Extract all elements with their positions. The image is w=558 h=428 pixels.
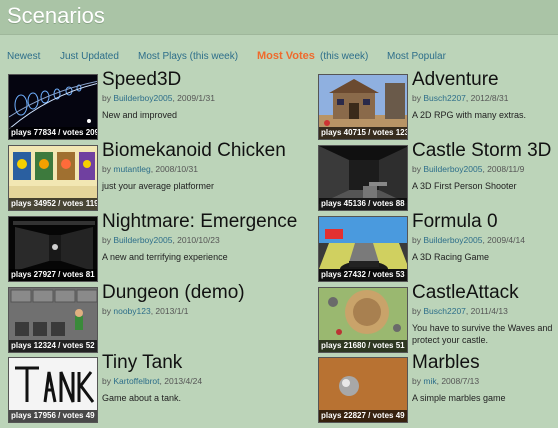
- by-label: by: [412, 93, 421, 103]
- scenario-card-nightmare-emergence[interactable]: plays 27927 / votes 81 Nightmare: Emerge…: [8, 211, 297, 282]
- tab-most-votes[interactable]: Most Votes: [257, 50, 315, 62]
- scenario-description: A 3D First Person Shooter: [412, 181, 517, 191]
- play-vote-stats: plays 77834 / votes 209: [9, 127, 98, 139]
- publish-date: , 2013/4/24: [159, 376, 203, 386]
- author-link[interactable]: mik: [423, 376, 436, 386]
- tab-most-votes-suffix[interactable]: (this week): [320, 51, 368, 62]
- author-link[interactable]: Kartoffelbrot: [113, 376, 159, 386]
- scenario-thumbnail[interactable]: plays 17956 / votes 49: [8, 357, 98, 423]
- tab-just-updated[interactable]: Just Updated: [60, 51, 119, 62]
- scenario-card-tiny-tank[interactable]: plays 17956 / votes 49 Tiny Tank by Kart…: [8, 352, 268, 423]
- play-vote-stats: plays 45136 / votes 88: [319, 198, 407, 210]
- by-label: by: [102, 306, 111, 316]
- play-vote-stats: plays 34952 / votes 119: [9, 198, 98, 210]
- scenario-card-castle-storm-3d[interactable]: plays 45136 / votes 88 Castle Storm 3D b…: [318, 140, 558, 211]
- author-link[interactable]: Builderboy2005: [423, 235, 482, 245]
- scenario-title[interactable]: Adventure: [412, 69, 499, 91]
- scenario-title[interactable]: Biomekanoid Chicken: [102, 140, 286, 162]
- scenario-title[interactable]: Dungeon (demo): [102, 282, 245, 304]
- scenario-card-adventure[interactable]: plays 40715 / votes 123 Adventure by Bus…: [318, 69, 558, 140]
- scenario-meta: by nooby123, 2013/1/1: [102, 306, 189, 316]
- scenario-meta: by mutantleg, 2008/10/31: [102, 164, 198, 174]
- by-label: by: [102, 376, 111, 386]
- publish-date: , 2011/4/13: [465, 306, 508, 316]
- scenario-title[interactable]: Nightmare: Emergence: [102, 211, 297, 233]
- scenario-title[interactable]: Castle Storm 3D: [412, 140, 551, 162]
- scenario-card-speed3d[interactable]: plays 77834 / votes 209 Speed3D by Build…: [8, 69, 268, 140]
- scenario-card-castleattack[interactable]: plays 21680 / votes 51 CastleAttack by B…: [318, 282, 558, 353]
- by-label: by: [412, 164, 421, 174]
- header-bar: Scenarios: [0, 0, 558, 35]
- scenario-title[interactable]: Speed3D: [102, 69, 181, 91]
- scenario-meta: by Builderboy2005, 2009/1/31: [102, 93, 215, 103]
- scenario-meta: by Kartoffelbrot, 2013/4/24: [102, 376, 202, 386]
- scenario-card-dungeon-demo[interactable]: plays 12324 / votes 52 Dungeon (demo) by…: [8, 282, 268, 353]
- scenario-thumbnail[interactable]: plays 34952 / votes 119: [8, 145, 98, 211]
- author-link[interactable]: Builderboy2005: [113, 235, 172, 245]
- author-link[interactable]: Builderboy2005: [423, 164, 482, 174]
- play-vote-stats: plays 17956 / votes 49: [9, 410, 97, 422]
- by-label: by: [412, 376, 421, 386]
- scenario-meta: by Busch2207, 2011/4/13: [412, 306, 508, 316]
- scenario-meta: by mik, 2008/7/13: [412, 376, 479, 386]
- play-vote-stats: plays 22827 / votes 49: [319, 410, 407, 422]
- publish-date: , 2010/10/23: [172, 235, 220, 245]
- play-vote-stats: plays 27927 / votes 81: [9, 269, 97, 281]
- page-title: Scenarios: [7, 3, 105, 28]
- scenario-title[interactable]: CastleAttack: [412, 282, 519, 304]
- scenario-thumbnail[interactable]: plays 27927 / votes 81: [8, 216, 98, 282]
- by-label: by: [102, 93, 111, 103]
- publish-date: , 2009/1/31: [172, 93, 215, 103]
- scenario-description: You have to survive the Waves and protec…: [412, 323, 553, 345]
- author-link[interactable]: Busch2207: [423, 93, 466, 103]
- play-vote-stats: plays 21680 / votes 51: [319, 340, 407, 352]
- author-link[interactable]: nooby123: [113, 306, 150, 316]
- author-link[interactable]: Busch2207: [423, 306, 466, 316]
- scenario-thumbnail[interactable]: plays 27432 / votes 53: [318, 216, 408, 282]
- tab-most-popular[interactable]: Most Popular: [387, 51, 446, 62]
- scenario-card-formula-0[interactable]: plays 27432 / votes 53 Formula 0 by Buil…: [318, 211, 558, 282]
- scenario-meta: by Builderboy2005, 2009/4/14: [412, 235, 525, 245]
- scenario-description: just your average platformer: [102, 181, 215, 191]
- scenario-thumbnail[interactable]: plays 40715 / votes 123: [318, 74, 408, 140]
- scenario-description: New and improved: [102, 110, 178, 120]
- scenario-thumbnail[interactable]: plays 21680 / votes 51: [318, 287, 408, 353]
- author-link[interactable]: Builderboy2005: [113, 93, 172, 103]
- by-label: by: [412, 235, 421, 245]
- scenario-thumbnail[interactable]: plays 12324 / votes 52: [8, 287, 98, 353]
- author-link[interactable]: mutantleg: [113, 164, 150, 174]
- by-label: by: [102, 235, 111, 245]
- scenario-thumbnail[interactable]: plays 22827 / votes 49: [318, 357, 408, 423]
- scenario-description: A new and terrifying experience: [102, 252, 228, 262]
- scenario-description: Game about a tank.: [102, 393, 182, 403]
- scenario-description: A simple marbles game: [412, 393, 506, 403]
- scenario-meta: by Busch2207, 2012/8/31: [412, 93, 508, 103]
- publish-date: , 2013/1/1: [150, 306, 189, 316]
- scenario-meta: by Builderboy2005, 2010/10/23: [102, 235, 220, 245]
- scenario-title[interactable]: Tiny Tank: [102, 352, 182, 374]
- by-label: by: [412, 306, 421, 316]
- scenario-meta: by Builderboy2005, 2008/11/9: [412, 164, 524, 174]
- tab-most-plays[interactable]: Most Plays (this week): [138, 51, 238, 62]
- scenario-thumbnail[interactable]: plays 45136 / votes 88: [318, 145, 408, 211]
- scenario-card-biomekanoid-chicken[interactable]: plays 34952 / votes 119 Biomekanoid Chic…: [8, 140, 286, 211]
- publish-date: , 2008/10/31: [150, 164, 198, 174]
- scenario-description: A 3D Racing Game: [412, 252, 490, 262]
- tab-newest[interactable]: Newest: [7, 51, 40, 62]
- publish-date: , 2008/7/13: [436, 376, 480, 386]
- scenario-card-marbles[interactable]: plays 22827 / votes 49 Marbles by mik, 2…: [318, 352, 558, 423]
- publish-date: , 2008/11/9: [482, 164, 525, 174]
- publish-date: , 2009/4/14: [482, 235, 525, 245]
- play-vote-stats: plays 27432 / votes 53: [319, 269, 407, 281]
- scenario-title[interactable]: Marbles: [412, 352, 480, 374]
- scenario-description: A 2D RPG with many extras.: [412, 110, 527, 120]
- publish-date: , 2012/8/31: [465, 93, 509, 103]
- play-vote-stats: plays 12324 / votes 52: [9, 340, 97, 352]
- by-label: by: [102, 164, 111, 174]
- scenario-thumbnail[interactable]: plays 77834 / votes 209: [8, 74, 98, 140]
- scenario-title[interactable]: Formula 0: [412, 211, 498, 233]
- play-vote-stats: plays 40715 / votes 123: [319, 127, 408, 139]
